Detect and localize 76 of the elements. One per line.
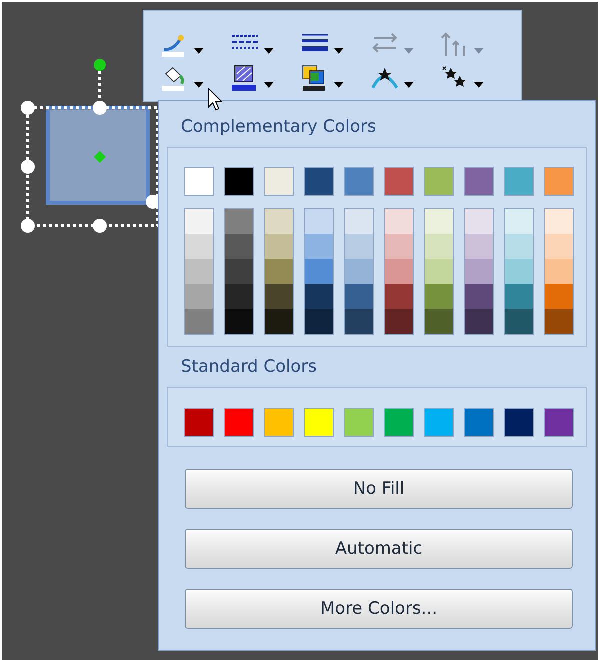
color-swatch[interactable] xyxy=(385,284,413,309)
color-swatch[interactable] xyxy=(425,284,453,309)
color-swatch[interactable] xyxy=(505,259,533,284)
color-swatch[interactable] xyxy=(465,284,493,309)
color-swatch[interactable] xyxy=(345,284,373,309)
color-swatch[interactable] xyxy=(425,209,453,234)
color-swatch[interactable] xyxy=(225,309,253,334)
color-swatch[interactable] xyxy=(505,309,533,334)
color-swatch[interactable] xyxy=(224,167,254,196)
menu-button[interactable]: Automatic xyxy=(185,529,573,569)
color-swatch[interactable] xyxy=(345,209,373,234)
color-swatch[interactable] xyxy=(345,259,373,284)
section-title: Standard Colors xyxy=(180,356,318,379)
color-swatch[interactable] xyxy=(504,167,534,196)
color-swatch[interactable] xyxy=(305,234,333,259)
color-swatch[interactable] xyxy=(225,284,253,309)
color-swatch[interactable] xyxy=(225,234,253,259)
color-swatch[interactable] xyxy=(544,167,574,196)
color-swatch[interactable] xyxy=(345,309,373,334)
color-swatch[interactable] xyxy=(305,284,333,309)
color-swatch[interactable] xyxy=(344,167,374,196)
color-swatch[interactable] xyxy=(545,284,573,309)
color-swatch[interactable] xyxy=(505,234,533,259)
color-swatch[interactable] xyxy=(185,309,213,334)
color-swatch[interactable] xyxy=(385,234,413,259)
color-swatch[interactable] xyxy=(465,259,493,284)
menu-button[interactable]: No Fill xyxy=(185,469,573,509)
color-swatch[interactable] xyxy=(305,209,333,234)
color-swatch[interactable] xyxy=(505,209,533,234)
color-swatch[interactable] xyxy=(385,259,413,284)
color-swatch[interactable] xyxy=(265,209,293,234)
color-swatch[interactable] xyxy=(184,408,214,437)
color-swatch[interactable] xyxy=(465,234,493,259)
color-swatch[interactable] xyxy=(305,259,333,284)
color-swatch[interactable] xyxy=(384,167,414,196)
color-swatch[interactable] xyxy=(344,408,374,437)
color-swatch[interactable] xyxy=(544,408,574,437)
color-swatch[interactable] xyxy=(465,209,493,234)
color-swatch[interactable] xyxy=(224,408,254,437)
color-swatch[interactable] xyxy=(425,234,453,259)
color-swatch[interactable] xyxy=(225,259,253,284)
color-swatch[interactable] xyxy=(424,167,454,196)
color-swatch[interactable] xyxy=(265,309,293,334)
color-swatch[interactable] xyxy=(184,167,214,196)
color-swatch[interactable] xyxy=(424,408,454,437)
color-swatch[interactable] xyxy=(545,209,573,234)
color-swatch[interactable] xyxy=(425,259,453,284)
color-swatch[interactable] xyxy=(425,309,453,334)
color-swatch[interactable] xyxy=(464,167,494,196)
color-swatch[interactable] xyxy=(304,408,334,437)
color-swatch[interactable] xyxy=(265,234,293,259)
color-swatch[interactable] xyxy=(465,309,493,334)
color-swatch[interactable] xyxy=(264,167,294,196)
color-swatch[interactable] xyxy=(505,284,533,309)
color-swatch[interactable] xyxy=(265,284,293,309)
color-swatch[interactable] xyxy=(384,408,414,437)
color-swatch[interactable] xyxy=(304,167,334,196)
menu-button[interactable]: More Colors... xyxy=(185,589,573,629)
color-swatch[interactable] xyxy=(264,408,294,437)
color-swatch[interactable] xyxy=(464,408,494,437)
color-swatch[interactable] xyxy=(185,234,213,259)
color-swatch[interactable] xyxy=(385,309,413,334)
color-swatch[interactable] xyxy=(265,259,293,284)
color-swatch[interactable] xyxy=(305,309,333,334)
color-swatch[interactable] xyxy=(345,234,373,259)
color-swatch[interactable] xyxy=(225,209,253,234)
color-swatch[interactable] xyxy=(185,209,213,234)
color-swatch[interactable] xyxy=(545,234,573,259)
color-swatch[interactable] xyxy=(185,284,213,309)
mouse-pointer-icon xyxy=(208,88,224,112)
color-swatch[interactable] xyxy=(545,309,573,334)
color-swatch[interactable] xyxy=(545,259,573,284)
color-swatch[interactable] xyxy=(185,259,213,284)
color-swatch[interactable] xyxy=(504,408,534,437)
color-swatch[interactable] xyxy=(385,209,413,234)
section-title: Complementary Colors xyxy=(180,116,378,139)
